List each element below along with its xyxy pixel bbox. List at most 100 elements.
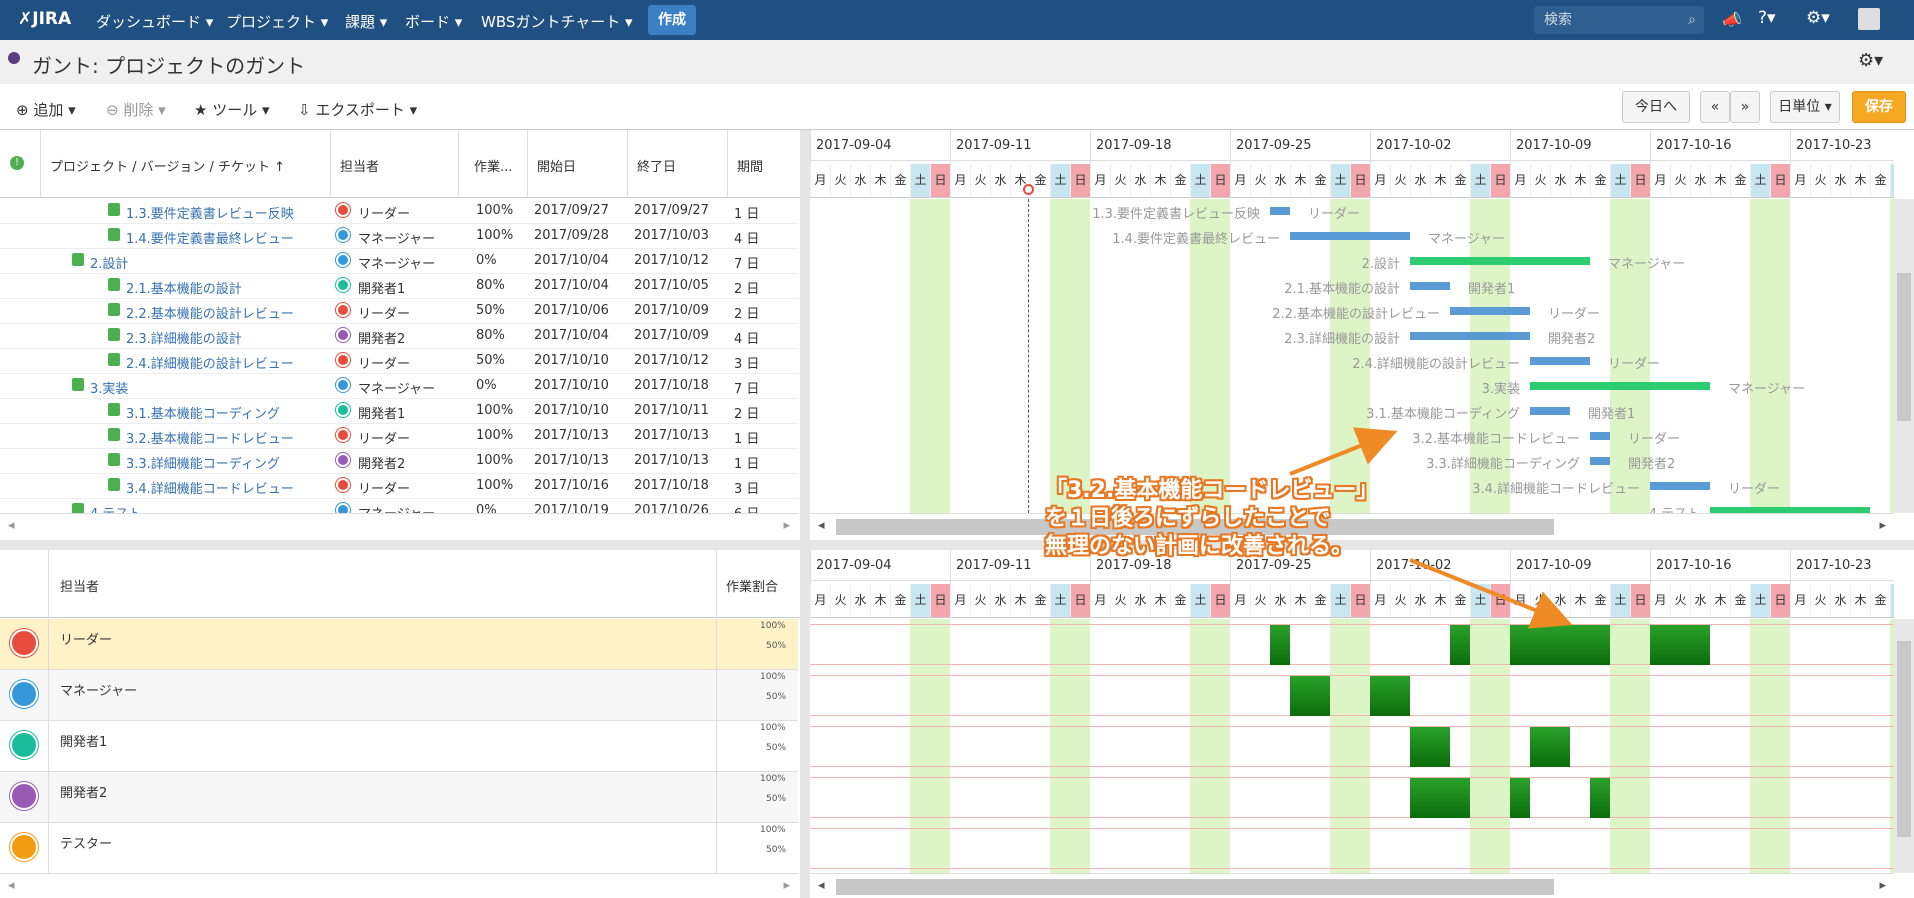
- day-label: 木: [1150, 164, 1170, 197]
- resource-row[interactable]: テスター 100% 50%: [0, 823, 798, 873]
- next-button[interactable]: »: [1730, 91, 1760, 123]
- res-gantt-scroll-right-icon[interactable]: ▸: [1879, 878, 1886, 893]
- task-name[interactable]: 2.3.詳細機能の設計: [126, 328, 242, 347]
- gantt-vscroll[interactable]: [1894, 199, 1914, 513]
- create-button[interactable]: 作成: [648, 5, 696, 35]
- col-duration[interactable]: 期間: [737, 156, 763, 175]
- day-label: 木: [870, 584, 890, 617]
- table-row[interactable]: 3.3.詳細機能コーディング 開発者2 100% 2017/10/13 2017/10/…: [0, 449, 798, 474]
- user-avatar[interactable]: [1858, 8, 1880, 30]
- table-row[interactable]: 1.3.要件定義書レビュー反映 リーダー 100% 2017/09/27 2017/09…: [0, 199, 798, 224]
- nav-boards[interactable]: ボード ▾: [405, 11, 462, 32]
- table-row[interactable]: ▼4.テストマネージャー0%2017/10/192017/10/266 日: [0, 499, 798, 513]
- gantt-scroll-right-icon[interactable]: ▸: [1879, 518, 1886, 533]
- megaphone-icon[interactable]: 📣: [1722, 10, 1742, 29]
- unit-select[interactable]: 日単位 ▾: [1770, 91, 1840, 123]
- page-settings-icon[interactable]: ⚙▾: [1858, 50, 1883, 71]
- task-bar[interactable]: [1410, 332, 1530, 340]
- help-icon[interactable]: ?▾: [1758, 8, 1776, 28]
- table-row[interactable]: 2.1.基本機能の設計 開発者1 80% 2017/10/04 2017/10/05 2 …: [0, 274, 798, 299]
- resource-row[interactable]: マネージャー 100% 50%: [0, 670, 798, 721]
- prev-button[interactable]: «: [1700, 91, 1730, 123]
- task-name[interactable]: 2.1.基本機能の設計: [126, 278, 242, 297]
- res-col-assignee[interactable]: 担当者: [60, 576, 99, 595]
- table-row[interactable]: 3.1.基本機能コーディング 開発者1 100% 2017/10/10 2017/10/…: [0, 399, 798, 424]
- parent-bar[interactable]: [1410, 257, 1590, 265]
- res-gantt-hscroll[interactable]: ◂ ▸: [810, 873, 1894, 898]
- task-bar[interactable]: [1590, 457, 1610, 465]
- col-progress[interactable]: 作業...: [474, 156, 512, 175]
- scroll-left-icon[interactable]: ◂: [8, 518, 15, 533]
- task-name[interactable]: 1.3.要件定義書レビュー反映: [126, 203, 294, 222]
- res-scroll-right-icon[interactable]: ▸: [783, 878, 790, 893]
- task-bar[interactable]: [1410, 282, 1450, 290]
- task-name[interactable]: 3.1.基本機能コーディング: [126, 403, 280, 422]
- export-button[interactable]: ⇩ エクスポート ▾: [298, 99, 417, 120]
- task-name[interactable]: 3.3.詳細機能コーディング: [126, 453, 280, 472]
- task-name[interactable]: 3.2.基本機能コードレビュー: [126, 428, 294, 447]
- task-bar[interactable]: [1650, 482, 1710, 490]
- table-row[interactable]: ▼2.設計マネージャー0%2017/10/042017/10/127 日: [0, 249, 798, 274]
- res-scroll-left-icon[interactable]: ◂: [8, 878, 15, 893]
- add-button[interactable]: ⊕ 追加 ▾: [16, 99, 76, 120]
- col-name[interactable]: プロジェクト / バージョン / チケット ↑: [50, 156, 285, 175]
- resource-row[interactable]: 開発者2 100% 50%: [0, 772, 798, 823]
- resource-row[interactable]: 開発者1 100% 50%: [0, 721, 798, 772]
- day-label: 日: [1490, 584, 1510, 617]
- today-button[interactable]: 今日へ: [1622, 91, 1690, 123]
- jira-logo[interactable]: ✗JIRA: [18, 9, 71, 29]
- scroll-right-icon[interactable]: ▸: [783, 518, 790, 533]
- tick-100: 100%: [760, 672, 786, 682]
- task-bar[interactable]: [1270, 207, 1290, 215]
- settings-icon[interactable]: ⚙▾: [1806, 8, 1830, 28]
- task-bar[interactable]: [1450, 307, 1530, 315]
- task-name[interactable]: 1.4.要件定義書最終レビュー: [126, 228, 294, 247]
- nav-dashboard[interactable]: ダッシュボード ▾: [96, 11, 213, 32]
- task-bar[interactable]: [1530, 407, 1570, 415]
- save-button[interactable]: 保存: [1852, 91, 1906, 123]
- nav-issues[interactable]: 課題 ▾: [345, 11, 387, 32]
- task-name[interactable]: 2.4.詳細機能の設計レビュー: [126, 353, 294, 372]
- table-row[interactable]: 1.4.要件定義書最終レビュー マネージャー 100% 2017/09/28 2017/…: [0, 224, 798, 249]
- task-bar[interactable]: [1530, 357, 1590, 365]
- nav-wbs-gantt[interactable]: WBSガントチャート ▾: [481, 11, 633, 32]
- gantt-vscroll-thumb[interactable]: [1897, 273, 1911, 421]
- search-input[interactable]: 検索 ⌕: [1534, 6, 1704, 34]
- resource-chart: 2017-09-04 月火水木金土日 2017-09-11 月火水木金土日 2017-0…: [810, 550, 1894, 873]
- gantt-scroll-left-icon[interactable]: ◂: [818, 518, 825, 533]
- col-end[interactable]: 終了日: [637, 156, 676, 175]
- res-col-ratio[interactable]: 作業割合: [726, 576, 778, 595]
- task-name[interactable]: 2.2.基本機能の設計レビュー: [126, 303, 294, 322]
- resource-row[interactable]: リーダー 100% 50%: [0, 619, 798, 670]
- day-label: 火: [970, 164, 990, 197]
- res-gantt-hscroll-thumb[interactable]: [836, 879, 1554, 895]
- task-name[interactable]: 3.実装: [90, 378, 128, 397]
- table-row[interactable]: 2.2.基本機能の設計レビュー リーダー 50% 2017/10/06 2017/10/…: [0, 299, 798, 324]
- task-name[interactable]: 4.テスト: [90, 503, 141, 513]
- task-name[interactable]: 2.設計: [90, 253, 128, 272]
- res-vscroll[interactable]: [1894, 619, 1914, 873]
- res-split-divider[interactable]: [800, 550, 810, 898]
- table-row[interactable]: 2.4.詳細機能の設計レビュー リーダー 50% 2017/10/10 2017/10/…: [0, 349, 798, 374]
- tools-button[interactable]: ★ ツール ▾: [194, 99, 270, 120]
- task-bar[interactable]: [1290, 232, 1410, 240]
- table-row[interactable]: 2.3.詳細機能の設計 開発者2 80% 2017/10/04 2017/10/09 4 …: [0, 324, 798, 349]
- task-bar[interactable]: [1590, 432, 1610, 440]
- parent-bar[interactable]: [1530, 382, 1710, 390]
- delete-button[interactable]: ⊖ 削除 ▾: [106, 99, 166, 120]
- grid-hscroll[interactable]: ◂ ▸: [0, 513, 798, 539]
- table-row[interactable]: 3.4.詳細機能コードレビュー リーダー 100% 2017/10/16 2017/10…: [0, 474, 798, 499]
- nav-projects[interactable]: プロジェクト ▾: [226, 11, 328, 32]
- panel-divider[interactable]: [0, 540, 1914, 550]
- table-row[interactable]: 3.2.基本機能コードレビュー リーダー 100% 2017/10/13 2017/10…: [0, 424, 798, 449]
- split-divider[interactable]: [800, 130, 810, 540]
- res-gantt-scroll-left-icon[interactable]: ◂: [818, 878, 825, 893]
- res-vscroll-thumb[interactable]: [1897, 641, 1911, 837]
- col-start[interactable]: 開始日: [537, 156, 576, 175]
- task-name[interactable]: 3.4.詳細機能コードレビュー: [126, 478, 294, 497]
- table-row[interactable]: ▼3.実装マネージャー0%2017/10/102017/10/187 日: [0, 374, 798, 399]
- tick-100: 100%: [760, 723, 786, 733]
- day-label: 木: [1290, 164, 1310, 197]
- col-assignee[interactable]: 担当者: [340, 156, 379, 175]
- res-grid-hscroll[interactable]: ◂ ▸: [0, 873, 798, 898]
